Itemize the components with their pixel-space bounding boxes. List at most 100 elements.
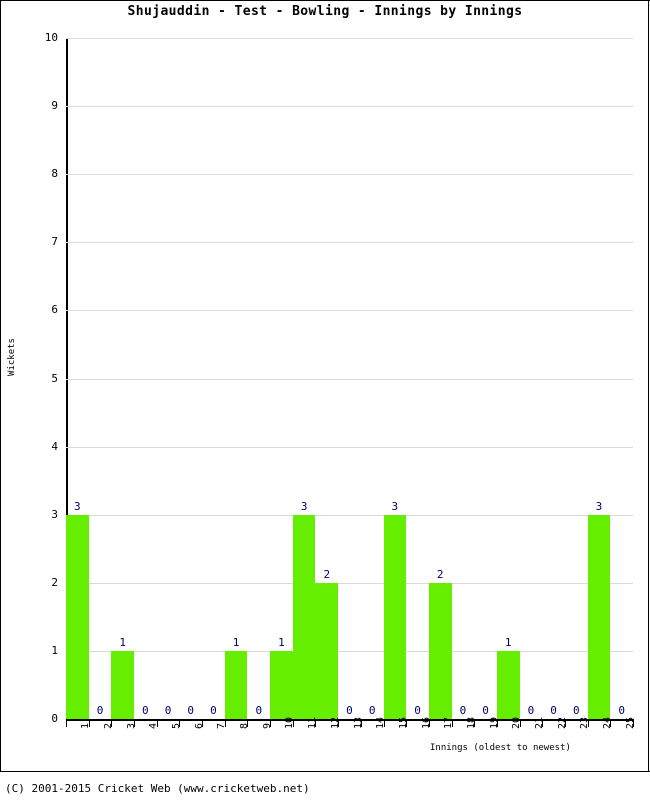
- bar-slot[interactable]: 1: [224, 38, 248, 719]
- bar-slot[interactable]: 0: [520, 38, 543, 719]
- bar[interactable]: [292, 514, 316, 719]
- x-axis-title: Innings (oldest to newest): [430, 743, 571, 753]
- x-axis-tick-label: 16: [420, 716, 432, 729]
- x-axis-tick-label: 5: [171, 722, 183, 729]
- bar-value-label: 1: [278, 635, 285, 649]
- x-axis-tick-label: 4: [148, 722, 160, 729]
- bar-slot[interactable]: 1: [496, 38, 520, 719]
- x-axis-tick: [66, 721, 67, 727]
- x-axis-tick-label: 3: [125, 722, 137, 729]
- bar-slot[interactable]: 1: [111, 38, 135, 719]
- x-axis-tick-label: 10: [284, 716, 296, 729]
- x-axis-tick-label: 17: [443, 716, 455, 729]
- bar-value-label: 0: [414, 704, 421, 717]
- x-axis-tick-label: 8: [239, 722, 251, 729]
- bar-slot[interactable]: 0: [474, 38, 497, 719]
- bar-slot[interactable]: 3: [292, 38, 316, 719]
- bar-value-label: 0: [368, 704, 376, 717]
- bar-slot[interactable]: 3: [587, 38, 611, 719]
- bar-slot[interactable]: 2: [428, 38, 452, 719]
- bar-value-label: 1: [119, 635, 126, 649]
- x-axis-tick-label: 21: [533, 716, 545, 729]
- page-title: Shujauddin - Test - Bowling - Innings by…: [127, 4, 523, 19]
- bar[interactable]: [224, 650, 248, 719]
- bar-slot[interactable]: 0: [406, 38, 429, 719]
- bar-slot[interactable]: 0: [202, 38, 225, 719]
- page-border-top: [0, 0, 650, 1]
- bar-value-label: 0: [164, 704, 172, 717]
- y-axis-tick-label: 3: [51, 507, 58, 521]
- y-axis-tick-label: 9: [51, 99, 58, 113]
- y-axis-labels: 0 1 2 3 4 5 6 7 8 9 10: [22, 32, 73, 724]
- x-axis-tick-label: 18: [465, 716, 477, 729]
- y-axis-tick-label: 0: [51, 712, 58, 725]
- bar-series: 3 0 1 0 0 0 0 1 0 1 3 2 0 0 3 0 2 0 0 1 0 0 0 3 0: [66, 38, 633, 719]
- bar-slot[interactable]: 0: [361, 38, 384, 719]
- x-axis-tick-label: 13: [352, 716, 364, 729]
- x-axis-tick-label: 14: [375, 716, 387, 729]
- bar-value-label: 0: [527, 704, 535, 717]
- bar-value-label: 0: [618, 704, 625, 717]
- x-axis-tick-label: 12: [329, 716, 341, 729]
- bar-value-label: 0: [210, 704, 217, 717]
- x-axis-line: [66, 719, 634, 721]
- bar-slot[interactable]: 0: [134, 38, 157, 719]
- bar-slot[interactable]: 0: [247, 38, 270, 719]
- bar-value-label: 2: [436, 567, 444, 581]
- bar-value-label: 2: [323, 567, 331, 581]
- bar-value-label: 0: [187, 704, 195, 717]
- copyright-footer: (C) 2001-2015 Cricket Web (www.cricketwe…: [5, 782, 310, 795]
- bar-slot[interactable]: 0: [610, 38, 633, 719]
- y-axis-tick-label: 6: [51, 303, 58, 317]
- x-axis-tick-label: 25: [624, 716, 636, 729]
- x-axis-tick-label: 11: [307, 716, 319, 729]
- y-axis-tick-label: 4: [51, 439, 58, 453]
- bar-slot[interactable]: 0: [157, 38, 180, 719]
- bar-slot[interactable]: 1: [270, 38, 293, 719]
- bar-slot[interactable]: 0: [89, 38, 112, 719]
- y-axis-tick-label: 1: [51, 643, 58, 657]
- y-axis-tick-label: 7: [51, 235, 58, 249]
- bar-value-label: 0: [255, 704, 263, 717]
- bar-slot[interactable]: 3: [66, 38, 89, 719]
- x-axis-tick-label: 23: [579, 716, 591, 729]
- bar-value-label: 0: [572, 704, 580, 717]
- bar-slot[interactable]: 0: [338, 38, 361, 719]
- bar-slot[interactable]: 0: [542, 38, 565, 719]
- bar[interactable]: [496, 650, 520, 719]
- bar-value-label: 1: [504, 635, 512, 649]
- bar-slot[interactable]: 2: [315, 38, 339, 719]
- bar-slot[interactable]: 0: [179, 38, 202, 719]
- x-axis-tick-label: 1: [80, 722, 92, 729]
- bar[interactable]: [428, 582, 452, 719]
- x-axis-tick-label: 15: [397, 716, 409, 729]
- bar[interactable]: [383, 514, 407, 719]
- y-axis-tick-label: 8: [51, 167, 58, 181]
- bar-value-label: 3: [74, 499, 81, 513]
- y-axis-tick-label: 10: [44, 31, 58, 44]
- bar-value-label: 0: [459, 704, 467, 717]
- bar-value-label: 0: [96, 704, 104, 717]
- x-axis-tick-label: 6: [193, 722, 205, 729]
- x-axis-tick-label: 7: [216, 722, 228, 729]
- plot-area: 3 0 1 0 0 0 0 1 0 1 3 2 0 0 3 0 2 0 0 1 0 0 0 3 0: [66, 38, 633, 719]
- chart-page: Shujauddin - Test - Bowling - Innings by…: [0, 0, 650, 800]
- bar-value-label: 0: [482, 704, 489, 717]
- bar-slot[interactable]: 0: [565, 38, 588, 719]
- bar[interactable]: [315, 582, 339, 719]
- bar[interactable]: [66, 514, 89, 719]
- bar-value-label: 1: [232, 635, 240, 649]
- y-axis-tick: [66, 719, 73, 720]
- x-axis-tick-label: 22: [556, 716, 568, 729]
- x-axis-tick-label: 19: [488, 716, 500, 729]
- bar-value-label: 3: [391, 499, 399, 513]
- bar-slot[interactable]: 3: [383, 38, 407, 719]
- page-border-bottom: [0, 771, 650, 772]
- bar[interactable]: [270, 650, 293, 719]
- bar-value-label: 3: [300, 499, 308, 513]
- bar[interactable]: [587, 514, 611, 719]
- x-axis-tick-label: 20: [511, 716, 523, 729]
- x-axis-tick-label: 24: [601, 716, 613, 729]
- bar-slot[interactable]: 0: [452, 38, 475, 719]
- bar[interactable]: [111, 650, 135, 719]
